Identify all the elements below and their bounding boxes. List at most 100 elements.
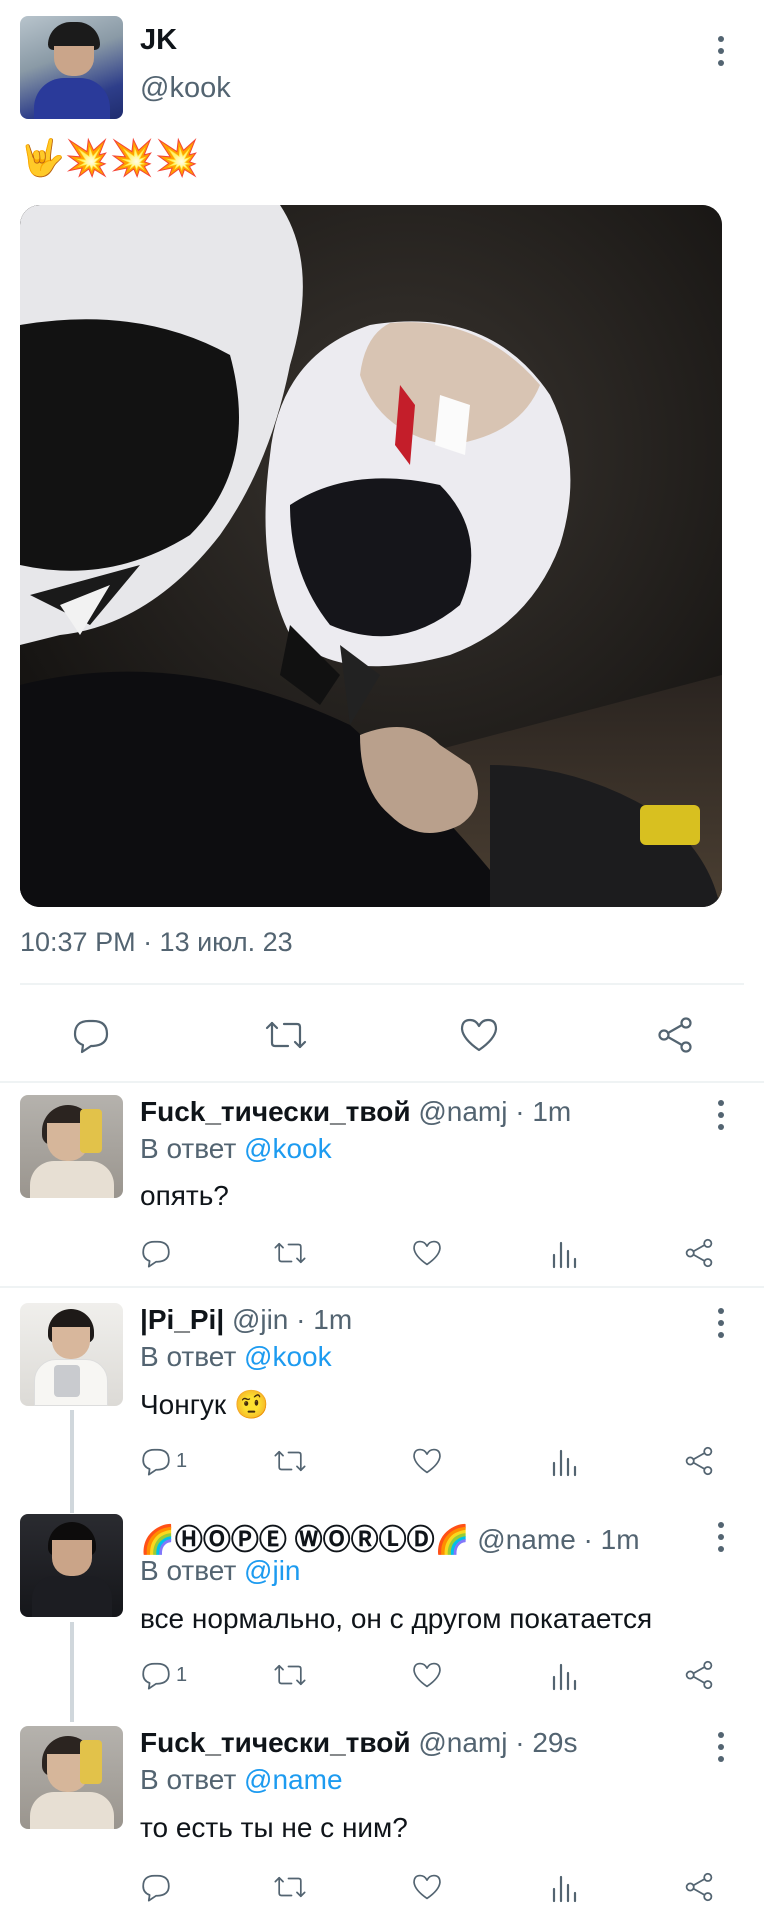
reply-time[interactable]: · 29s <box>515 1727 577 1758</box>
main-like-button[interactable] <box>454 1010 504 1060</box>
reply-avatar[interactable] <box>20 1303 123 1406</box>
comment-bubble-icon <box>142 1448 170 1476</box>
heart-icon <box>413 1662 441 1688</box>
reply-like-button[interactable] <box>411 1658 443 1692</box>
reply-views-button[interactable] <box>549 1236 579 1270</box>
bar-chart-icon <box>552 1449 577 1477</box>
reply-to-line: В ответ @jin <box>140 1555 300 1587</box>
retweet-arrows-icon <box>274 1242 306 1264</box>
heart-icon <box>413 1448 441 1474</box>
photo-scene <box>20 205 722 907</box>
reply-views-button[interactable] <box>549 1870 579 1904</box>
reply-retweet-button[interactable] <box>273 1658 307 1692</box>
reply-avatar[interactable] <box>20 1514 123 1617</box>
reply-author-handle[interactable]: @jin <box>232 1304 288 1335</box>
reply-count: 1 <box>176 1663 188 1686</box>
main-more-icon[interactable] <box>716 36 726 66</box>
reply-header: Fuck_тически_твой @namj · 1m <box>140 1096 571 1128</box>
comment-bubble-icon <box>142 1240 170 1268</box>
reply-avatar[interactable] <box>20 1095 123 1198</box>
reply-author-handle[interactable]: @namj <box>418 1096 507 1127</box>
share-nodes-icon <box>685 1446 713 1476</box>
reply-to-mention[interactable]: @kook <box>244 1133 332 1164</box>
reply-time[interactable]: · 1m <box>515 1096 571 1127</box>
reply-text: опять? <box>140 1180 229 1211</box>
main-reply-button[interactable] <box>66 1010 116 1060</box>
reply-count: 1 <box>176 1449 188 1472</box>
reply-author-handle[interactable]: @name <box>477 1524 575 1555</box>
reply-like-button[interactable] <box>411 1236 443 1270</box>
main-timestamp[interactable]: 10:37 PM · 13 июл. 23 <box>20 927 293 958</box>
reply-like-button[interactable] <box>411 1444 443 1478</box>
reply-avatar[interactable] <box>20 1726 123 1829</box>
reply-author-name[interactable]: Fuck_тически_твой <box>140 1096 411 1127</box>
divider <box>0 1081 764 1083</box>
reply-to-line: В ответ @name <box>140 1764 343 1796</box>
retweet-arrows-icon <box>274 1664 306 1686</box>
reply-to-line: В ответ @kook <box>140 1133 332 1165</box>
reply-share-button[interactable] <box>683 1236 715 1270</box>
reply-more-icon[interactable] <box>716 1308 726 1338</box>
thread-line <box>70 1410 74 1513</box>
reply-author-name[interactable]: 🌈ⒽⓄⓅⒺ ⓌⓄⓇⓁⒹ🌈 <box>140 1524 470 1555</box>
reply-reply-button[interactable] <box>140 1236 176 1270</box>
retweet-arrows-icon <box>274 1450 306 1472</box>
reply-to-mention[interactable]: @kook <box>244 1341 332 1372</box>
reply-to-prefix: В ответ <box>140 1764 237 1795</box>
share-nodes-icon <box>685 1872 713 1902</box>
reply-time[interactable]: · 1m <box>296 1304 352 1335</box>
comment-bubble-icon <box>73 1019 109 1054</box>
reply-header: 🌈ⒽⓄⓅⒺ ⓌⓄⓇⓁⒹ🌈 @name · 1m <box>140 1518 640 1558</box>
reply-text: Чонгук 🤨 <box>140 1389 269 1420</box>
main-author-avatar[interactable] <box>20 16 123 119</box>
reply-to-prefix: В ответ <box>140 1341 237 1372</box>
reply-share-button[interactable] <box>683 1444 715 1478</box>
heart-icon <box>413 1874 441 1900</box>
reply-retweet-button[interactable] <box>273 1444 307 1478</box>
reply-time[interactable]: · 1m <box>584 1524 640 1555</box>
main-author-handle[interactable]: @kook <box>140 72 231 105</box>
divider <box>20 983 744 985</box>
reply-more-icon[interactable] <box>716 1522 726 1552</box>
heart-icon <box>460 1018 498 1052</box>
reply-reply-button[interactable]: 1 <box>140 1444 187 1478</box>
bar-chart-icon <box>552 1241 577 1269</box>
reply-header: |Pi_Pi| @jin · 1m <box>140 1304 352 1336</box>
reply-share-button[interactable] <box>683 1870 715 1904</box>
reply-retweet-button[interactable] <box>273 1870 307 1904</box>
reply-to-mention[interactable]: @name <box>244 1764 342 1795</box>
main-tweet-text: 🤟💥💥💥 <box>20 137 200 178</box>
heart-icon <box>413 1240 441 1266</box>
retweet-arrows-icon <box>274 1876 306 1898</box>
retweet-arrows-icon <box>265 1021 307 1049</box>
reply-text: все нормально, он с другом покатается <box>140 1603 653 1634</box>
main-share-button[interactable] <box>650 1010 700 1060</box>
reply-share-button[interactable] <box>683 1658 715 1692</box>
reply-more-icon[interactable] <box>716 1732 726 1762</box>
main-tweet-photo[interactable] <box>20 205 722 907</box>
bar-chart-icon <box>552 1663 577 1691</box>
reply-author-handle[interactable]: @namj <box>418 1727 507 1758</box>
share-nodes-icon <box>685 1238 713 1268</box>
reply-reply-button[interactable] <box>140 1870 176 1904</box>
comment-bubble-icon <box>142 1874 170 1902</box>
reply-to-prefix: В ответ <box>140 1555 237 1586</box>
reply-author-name[interactable]: |Pi_Pi| <box>140 1304 224 1335</box>
reply-reply-button[interactable]: 1 <box>140 1658 187 1692</box>
reply-to-mention[interactable]: @jin <box>244 1555 300 1586</box>
main-retweet-button[interactable] <box>261 1010 311 1060</box>
reply-like-button[interactable] <box>411 1870 443 1904</box>
reply-to-line: В ответ @kook <box>140 1341 332 1373</box>
reply-author-name[interactable]: Fuck_тически_твой <box>140 1727 411 1758</box>
share-nodes-icon <box>658 1017 692 1053</box>
thread-line <box>70 1622 74 1722</box>
reply-more-icon[interactable] <box>716 1100 726 1130</box>
main-author-name[interactable]: JK <box>140 24 177 57</box>
comment-bubble-icon <box>142 1662 170 1690</box>
reply-retweet-button[interactable] <box>273 1236 307 1270</box>
reply-views-button[interactable] <box>549 1444 579 1478</box>
reply-text: то есть ты не с ним? <box>140 1812 408 1843</box>
reply-header: Fuck_тически_твой @namj · 29s <box>140 1727 578 1759</box>
bar-chart-icon <box>552 1875 577 1903</box>
reply-views-button[interactable] <box>549 1658 579 1692</box>
